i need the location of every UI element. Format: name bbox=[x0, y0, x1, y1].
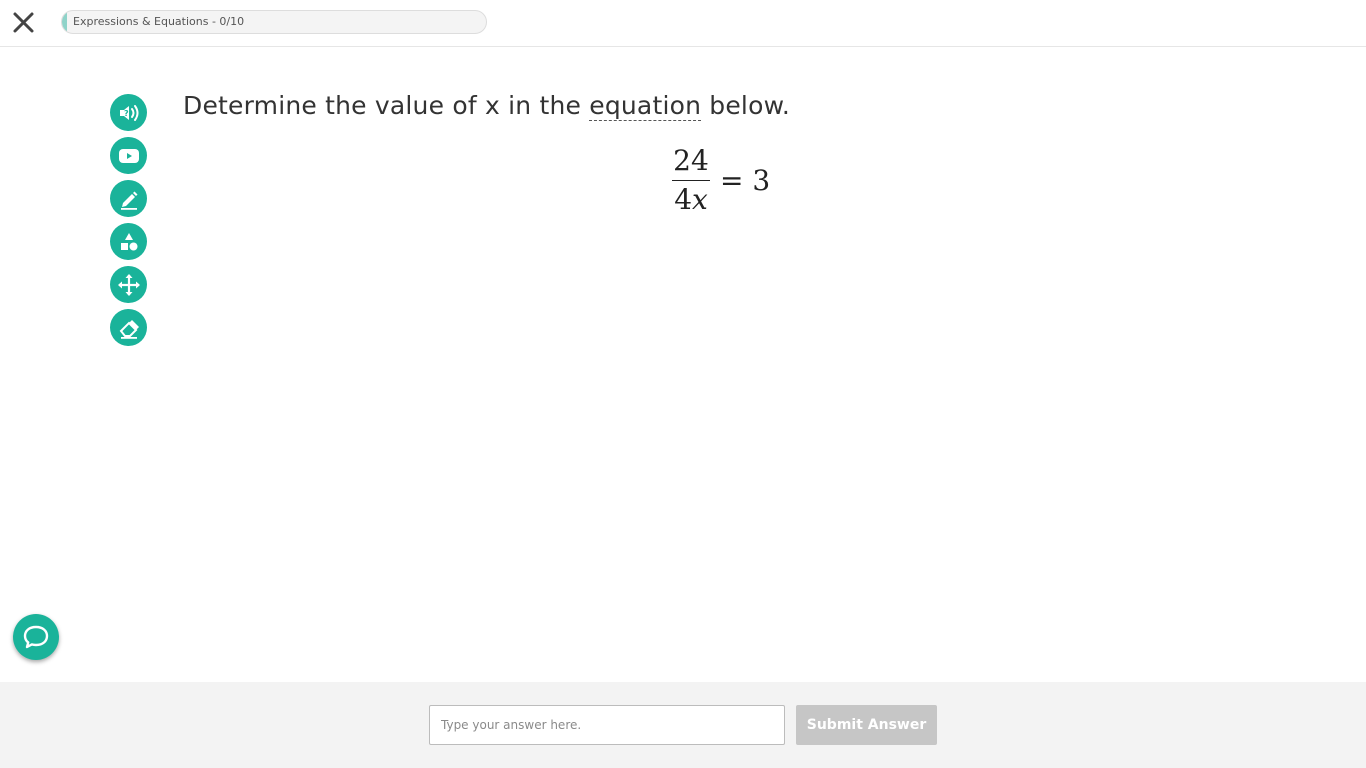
svg-text:?: ? bbox=[124, 109, 129, 118]
top-bar: Expressions & Equations - 0/10 bbox=[0, 0, 1366, 47]
fraction-denominator: 4x bbox=[672, 183, 710, 217]
shapes-icon bbox=[120, 232, 137, 250]
question-text-after: below. bbox=[701, 91, 791, 120]
question-prompt: Determine the value of x in the equation… bbox=[183, 91, 791, 121]
equation: 24 4x = 3 bbox=[668, 144, 788, 220]
close-button[interactable] bbox=[10, 9, 38, 37]
move-icon bbox=[117, 273, 140, 296]
fraction: 24 4x bbox=[672, 144, 710, 217]
denominator-coefficient: 4 bbox=[674, 183, 693, 216]
chat-bubble-icon bbox=[23, 625, 49, 649]
read-aloud-button[interactable]: ? bbox=[110, 94, 147, 131]
pencil-icon bbox=[120, 191, 137, 210]
eraser-button[interactable] bbox=[110, 309, 147, 346]
progress-label: Expressions & Equations - 0/10 bbox=[73, 15, 245, 28]
answer-input[interactable] bbox=[429, 705, 785, 745]
progress-fill bbox=[62, 11, 67, 33]
denominator-variable: x bbox=[692, 183, 708, 216]
glossary-term-equation[interactable]: equation bbox=[589, 91, 702, 121]
chat-button[interactable] bbox=[13, 614, 59, 660]
progress-bar: Expressions & Equations - 0/10 bbox=[61, 10, 487, 34]
answer-footer: Submit Answer bbox=[0, 682, 1366, 768]
submit-answer-button[interactable]: Submit Answer bbox=[796, 705, 937, 745]
video-icon bbox=[118, 148, 139, 163]
equation-right-side: = 3 bbox=[720, 164, 771, 197]
fraction-bar bbox=[672, 180, 710, 181]
close-icon bbox=[13, 12, 34, 33]
move-button[interactable] bbox=[110, 266, 147, 303]
eraser-icon bbox=[119, 319, 139, 339]
shapes-button[interactable] bbox=[110, 223, 147, 260]
read-aloud-icon: ? bbox=[119, 104, 138, 121]
video-button[interactable] bbox=[110, 137, 147, 174]
fraction-numerator: 24 bbox=[673, 144, 709, 177]
question-text-before: Determine the value of x in the bbox=[183, 91, 590, 120]
pencil-button[interactable] bbox=[110, 180, 147, 217]
